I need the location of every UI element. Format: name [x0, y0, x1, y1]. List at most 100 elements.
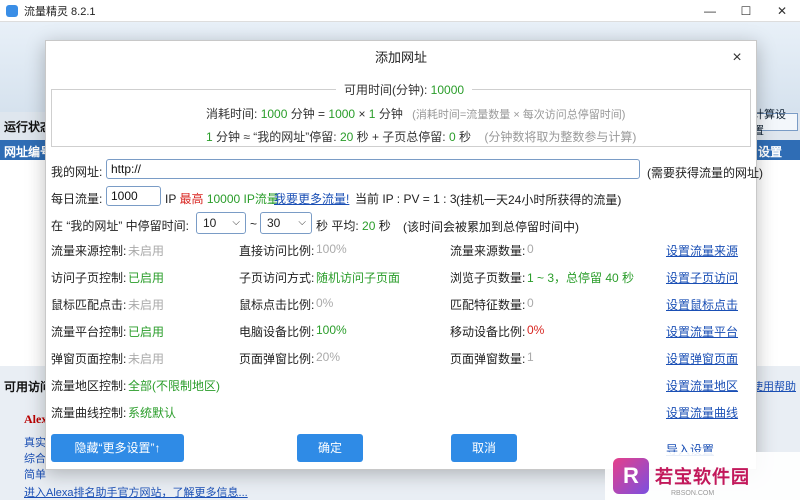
setting-label: 匹配特征数量: [450, 298, 526, 312]
setting-value: 0 [527, 242, 534, 256]
watermark-name: 若宝软件园 [655, 467, 750, 487]
setting-label: 页面弹窗比例: [239, 352, 315, 366]
rate-line: 1 分钟 ≈ “我的网址”停留: 20 秒 + 子页总停留: 0 秒 (分钟数将… [206, 128, 636, 145]
setting-value: 未启用 [128, 298, 165, 312]
settings-link[interactable]: 设置流量来源 [666, 242, 738, 259]
settings-column: 设置 [758, 145, 783, 159]
stay-to-value: 30 [267, 216, 281, 230]
stay-from-select[interactable]: 10 ⌵ [196, 212, 246, 234]
setting-label: 浏览子页数量: [450, 271, 526, 285]
minimize-button[interactable]: — [692, 0, 728, 22]
rate-text-3: 秒 [455, 130, 472, 144]
stay-unit: 秒 平均: [316, 219, 359, 233]
setting-value: 1 ~ 3，总停留 40 秒 [527, 271, 635, 285]
rate-subpage: 0 [448, 130, 456, 144]
setting-label: 页面弹窗数量: [450, 352, 526, 366]
settings-link[interactable]: 设置流量地区 [666, 377, 738, 394]
rate-stay: 20 [339, 130, 354, 144]
setting-value: 已启用 [128, 271, 165, 285]
calc-settings-button[interactable]: 计算设置 [752, 109, 798, 137]
consume-line: 消耗时间: 1000 分钟 = 1000 × 1 分钟 (消耗时间=流量数量 ×… [206, 105, 625, 122]
setting-value: 1 [527, 350, 534, 364]
daily-note: (挂机一天24小时所获得的流量) [456, 193, 622, 207]
setting-value: 已启用 [128, 325, 165, 339]
max-value: 10000 [206, 192, 241, 206]
my-url-label: 我的网址: [51, 165, 103, 179]
rate-text-1: 分钟 ≈ “我的网址”停留: [212, 130, 340, 144]
setting-value: 20% [316, 350, 341, 364]
max-label: 最高 [179, 192, 204, 206]
setting-label: 流量曲线控制: [51, 406, 127, 420]
window-close-button[interactable]: ✕ [764, 0, 800, 22]
consume-value-2: 1000 [328, 107, 356, 121]
setting-value: 系统默认 [128, 406, 177, 420]
setting-value: 未启用 [128, 244, 165, 258]
want-more-flow-link[interactable]: 我要更多流量! [274, 190, 349, 207]
setting-value: 0 [527, 296, 534, 310]
setting-label: 直接访问比例: [239, 244, 315, 258]
dialog-close-button[interactable]: × [728, 49, 746, 67]
setting-label: 鼠标匹配点击: [51, 298, 127, 312]
stay-avg-unit: 秒 [378, 219, 391, 233]
setting-label: 流量来源数量: [450, 244, 526, 258]
watermark-logo-icon: R [613, 458, 649, 494]
setting-label: 子页访问方式: [239, 271, 315, 285]
setting-label: 流量平台控制: [51, 325, 127, 339]
stay-time-label: 在 “我的网址” 中停留时间: [51, 219, 189, 233]
available-time: 可用时间(分钟): 10000 [336, 81, 473, 98]
rate-note: (分钟数将取为整数参与计算) [484, 130, 637, 144]
rate-text-2: 秒 + 子页总停留: [353, 130, 449, 144]
stay-from-value: 10 [203, 216, 217, 230]
my-url-note: (需要获得流量的网址) [647, 166, 763, 180]
consume-text-3: 分钟 [375, 107, 403, 121]
hide-more-settings-button[interactable]: 隐藏“更多设置”↑ [51, 434, 184, 462]
side-text-1: 真实 [24, 437, 46, 449]
daily-flow-input[interactable] [106, 186, 161, 206]
setting-value: 未启用 [128, 352, 165, 366]
setting-value: 100% [316, 242, 347, 256]
settings-link[interactable]: 设置子页访问 [666, 269, 738, 286]
maximize-button[interactable]: ☐ [728, 0, 764, 22]
settings-link[interactable]: 设置流量平台 [666, 323, 738, 340]
consume-text-2: × [355, 107, 369, 121]
setting-value: 全部(不限制地区) [128, 379, 220, 393]
daily-flow-label: 每日流量: [51, 192, 103, 206]
ok-button[interactable]: 确定 [297, 434, 363, 462]
setting-label: 流量地区控制: [51, 379, 127, 393]
watermark: R 若宝软件园 RBSON.COM [605, 452, 800, 500]
settings-link[interactable]: 设置流量曲线 [666, 404, 738, 421]
stay-note: (该时间会被累加到总停留时间中) [403, 220, 579, 234]
stay-avg-value: 20 [362, 219, 376, 233]
settings-link[interactable]: 设置弹窗页面 [666, 350, 738, 367]
daily-flow-info: IP 最高 10000 IP流量 [165, 190, 279, 207]
ip-label: IP [165, 192, 177, 206]
setting-label: 流量来源控制: [51, 244, 127, 258]
consume-text-1: 分钟 = [287, 107, 329, 121]
available-time-label: 可用时间(分钟): [344, 83, 428, 97]
consume-value-1: 1000 [260, 107, 288, 121]
app-titlebar: 流量精灵 8.2.1 — ☐ ✕ [0, 0, 800, 22]
consume-note: (消耗时间=流量数量 × 每次访问总停留时间) [412, 109, 626, 121]
help-link[interactable]: 使用帮助 [752, 378, 796, 394]
consume-label: 消耗时间: [206, 107, 258, 121]
chevron-down-icon: ⌵ [298, 217, 306, 228]
dialog-title: 添加网址 [374, 50, 427, 65]
alexa-site-link[interactable]: 进入Alexa排名助手官方网站，了解更多信息... [24, 484, 248, 500]
setting-label: 访问子页控制: [51, 271, 127, 285]
setting-value: 0% [316, 296, 334, 310]
side-text-2: 综合 [24, 453, 46, 465]
cancel-button[interactable]: 取消 [451, 434, 517, 462]
setting-value: 随机访问子页面 [316, 271, 401, 285]
available-time-value: 10000 [430, 83, 465, 97]
current-ippv: 当前 IP : PV = 1 : 3 [355, 192, 457, 206]
app-logo-icon [6, 4, 18, 17]
setting-label: 电脑设备比例: [239, 325, 315, 339]
chevron-down-icon: ⌵ [232, 217, 240, 228]
setting-value: 100% [316, 323, 347, 337]
stay-to-select[interactable]: 30 ⌵ [260, 212, 312, 234]
setting-value: 0% [527, 323, 545, 337]
my-url-input[interactable] [106, 159, 640, 179]
add-url-dialog: 添加网址 × 可用时间(分钟): 10000 消耗时间: 1000 分钟 = 1… [45, 40, 763, 470]
rate-minutes: 1 [206, 130, 213, 144]
settings-link[interactable]: 设置鼠标点击 [666, 296, 738, 313]
